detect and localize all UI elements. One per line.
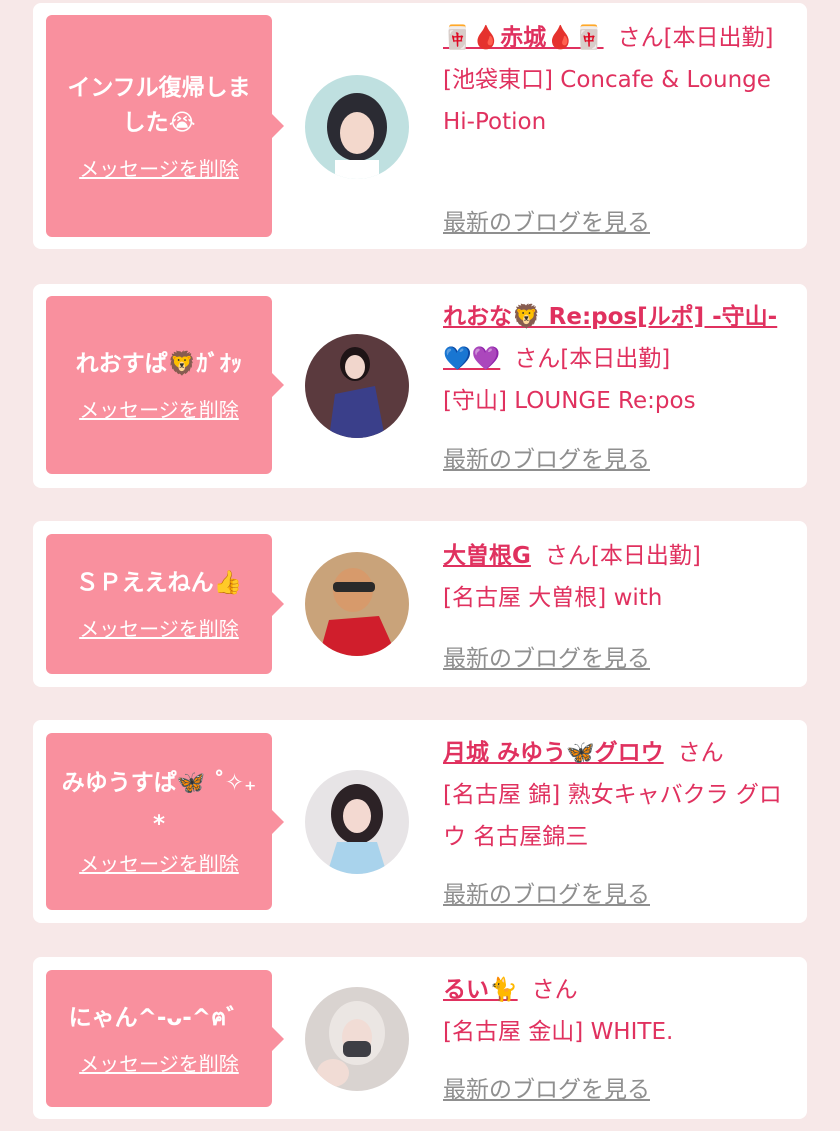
avatar-image bbox=[305, 552, 409, 656]
latest-blog-link[interactable]: 最新のブログを見る bbox=[443, 440, 650, 474]
shop-info: [名古屋 錦] 熟女キャバクラ グロウ 名古屋錦三 bbox=[443, 782, 782, 850]
cast-info: 大曽根G さん[本日出勤] [名古屋 大曽根] with bbox=[443, 535, 793, 619]
message-bubble: れおすぱ🦁ｶﾞｵｯ メッセージを削除 bbox=[46, 296, 284, 474]
honorific: さん bbox=[544, 543, 591, 569]
message-bubble: にゃん^-ᴗ-^ฅ゛ メッセージを削除 bbox=[46, 970, 284, 1107]
shop-info: [守山] LOUNGE Re:pos bbox=[443, 388, 696, 414]
cast-info: るい🐈 さん [名古屋 金山] WHITE. bbox=[443, 969, 793, 1053]
delete-message-link[interactable]: メッセージを削除 bbox=[79, 613, 239, 642]
cast-name-link[interactable]: るい🐈 bbox=[443, 977, 518, 1003]
cast-name-link[interactable]: 🀄🩸赤城🩸🀄 bbox=[443, 25, 604, 51]
message-text: れおすぱ🦁ｶﾞｵｯ bbox=[75, 351, 243, 377]
delete-message-link[interactable]: メッセージを削除 bbox=[79, 1048, 239, 1077]
avatar[interactable] bbox=[305, 552, 409, 656]
message-card: インフル復帰しました😭 メッセージを削除 🀄🩸赤城🩸🀄 さん[本日出勤] [池袋東… bbox=[33, 3, 807, 249]
avatar-image bbox=[305, 334, 409, 438]
message-bubble: みゆうすぱ🦋 ˚✧₊⁎ メッセージを削除 bbox=[46, 733, 284, 910]
cast-info: れおな🦁 Re:pos[ルポ] -守山-💙💜 さん[本日出勤] [守山] LOUN… bbox=[443, 296, 793, 422]
work-status: [本日出勤] bbox=[663, 25, 774, 51]
message-card: ＳＰええねん👍 メッセージを削除 大曽根G さん[本日出勤] [名古屋 大曽根] … bbox=[33, 521, 807, 687]
message-text: ＳＰええねん👍 bbox=[75, 570, 243, 596]
message-text: みゆうすぱ🦋 ˚✧₊⁎ bbox=[61, 770, 257, 831]
cast-info: 月城 みゆう🦋グロウ さん [名古屋 錦] 熟女キャバクラ グロウ 名古屋錦三 bbox=[443, 732, 793, 858]
honorific: さん bbox=[677, 740, 724, 766]
message-bubble: ＳＰええねん👍 メッセージを削除 bbox=[46, 534, 284, 674]
shop-info: [名古屋 金山] WHITE. bbox=[443, 1019, 674, 1045]
avatar[interactable] bbox=[305, 770, 409, 874]
avatar[interactable] bbox=[305, 987, 409, 1091]
avatar-image bbox=[305, 987, 409, 1091]
latest-blog-link[interactable]: 最新のブログを見る bbox=[443, 203, 650, 237]
latest-blog-link[interactable]: 最新のブログを見る bbox=[443, 875, 650, 909]
message-card: みゆうすぱ🦋 ˚✧₊⁎ メッセージを削除 月城 みゆう🦋グロウ さん [名古屋 錦… bbox=[33, 720, 807, 923]
cast-info: 🀄🩸赤城🩸🀄 さん[本日出勤] [池袋東口] Concafe & Lounge H… bbox=[443, 17, 793, 143]
honorific: さん bbox=[617, 25, 664, 51]
latest-blog-link[interactable]: 最新のブログを見る bbox=[443, 1070, 650, 1104]
delete-message-link[interactable]: メッセージを削除 bbox=[79, 848, 239, 877]
message-card: れおすぱ🦁ｶﾞｵｯ メッセージを削除 れおな🦁 Re:pos[ルポ] -守山-💙… bbox=[33, 284, 807, 488]
cast-name-link[interactable]: 月城 みゆう🦋グロウ bbox=[443, 740, 664, 766]
shop-info: [名古屋 大曽根] with bbox=[443, 585, 663, 611]
honorific: さん bbox=[531, 977, 578, 1003]
delete-message-link[interactable]: メッセージを削除 bbox=[79, 394, 239, 423]
work-status: [本日出勤] bbox=[590, 543, 701, 569]
cast-name-link[interactable]: 大曽根G bbox=[443, 543, 531, 569]
shop-info: [池袋東口] Concafe & Lounge Hi-Potion bbox=[443, 67, 771, 135]
delete-message-link[interactable]: メッセージを削除 bbox=[79, 153, 239, 182]
latest-blog-link[interactable]: 最新のブログを見る bbox=[443, 639, 650, 673]
message-text: インフル復帰しました😭 bbox=[67, 74, 251, 136]
work-status: [本日出勤] bbox=[560, 346, 671, 372]
avatar[interactable] bbox=[305, 75, 409, 179]
avatar-image bbox=[305, 770, 409, 874]
avatar[interactable] bbox=[305, 334, 409, 438]
honorific: さん bbox=[514, 346, 561, 372]
message-bubble: インフル復帰しました😭 メッセージを削除 bbox=[46, 15, 284, 237]
message-card: にゃん^-ᴗ-^ฅ゛ メッセージを削除 るい🐈 さん [名古屋 金山] WHITE… bbox=[33, 957, 807, 1119]
message-text: にゃん^-ᴗ-^ฅ゛ bbox=[68, 1004, 250, 1031]
avatar-image bbox=[305, 75, 409, 179]
